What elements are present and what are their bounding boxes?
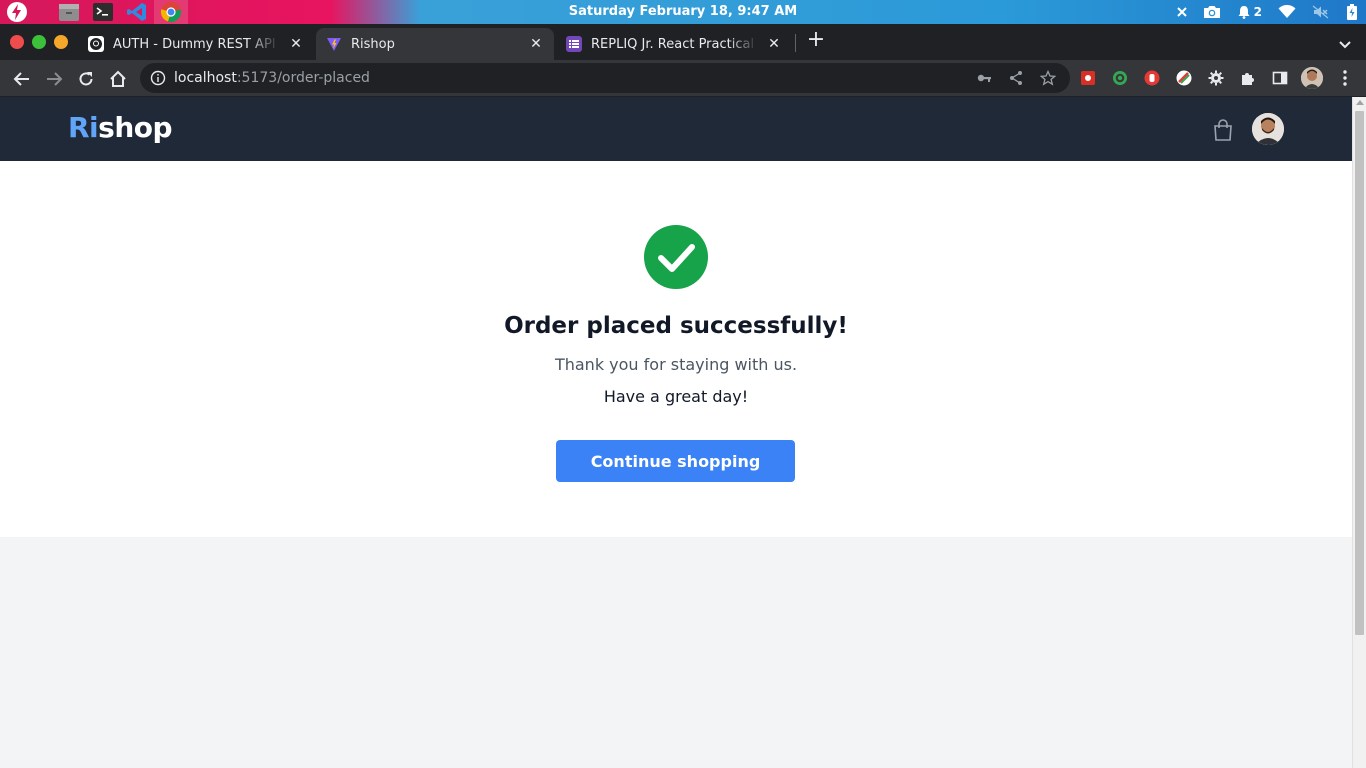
extension-red-icon[interactable] — [1079, 69, 1097, 87]
greeting-message: Have a great day! — [603, 387, 749, 406]
github-icon — [88, 36, 104, 52]
browser-menu-icon[interactable] — [1336, 69, 1354, 87]
brand-rest: shop — [98, 111, 173, 144]
key-icon[interactable] — [976, 70, 992, 86]
extension-green-circle-icon[interactable] — [1111, 69, 1129, 87]
confirmation-heading: Order placed successfully! — [504, 313, 848, 339]
site-info-icon[interactable] — [150, 70, 166, 90]
continue-shopping-button[interactable]: Continue shopping — [556, 440, 795, 482]
tab-separator — [795, 34, 796, 52]
tab-rishop[interactable]: Rishop ✕ — [316, 28, 554, 60]
browser-toolbar: localhost:5173/order-placed — [0, 60, 1366, 97]
browser-tabstrip: AUTH - Dummy REST API of JS ✕ Rishop ✕ R… — [0, 24, 1366, 60]
tab-search-chevron-down-icon[interactable] — [1338, 35, 1352, 54]
share-icon[interactable] — [1008, 70, 1024, 86]
os-top-bar: Saturday February 18, 9:47 AM 2 — [0, 0, 1366, 24]
battery-icon[interactable] — [1346, 4, 1358, 20]
system-tray: 2 — [1176, 0, 1358, 24]
url-path: :5173/order-placed — [236, 70, 370, 86]
back-icon[interactable] — [11, 68, 33, 90]
close-icon[interactable] — [1176, 7, 1187, 17]
bell-icon — [1238, 6, 1250, 19]
window-controls — [10, 35, 68, 49]
page-scrollbar[interactable] — [1352, 97, 1366, 768]
os-clock[interactable]: Saturday February 18, 9:47 AM — [0, 0, 1366, 24]
user-avatar[interactable] — [1252, 113, 1284, 145]
address-bar[interactable]: localhost:5173/order-placed — [140, 63, 1070, 93]
gear-icon[interactable] — [1207, 69, 1225, 87]
wifi-icon[interactable] — [1278, 5, 1296, 19]
tab-title: AUTH - Dummy REST API of JS — [113, 36, 280, 52]
brand-logo[interactable]: Rishop — [68, 111, 173, 144]
close-tab-icon[interactable]: ✕ — [288, 36, 304, 52]
brand-accent: Ri — [68, 111, 99, 144]
notification-count: 2 — [1253, 5, 1262, 19]
tab-repliq[interactable]: REPLIQ Jr. React Practical Cha ✕ — [556, 28, 792, 60]
side-panel-icon[interactable] — [1271, 69, 1289, 87]
page-viewport: Rishop Order placed successfully! Thank … — [0, 97, 1352, 768]
forward-icon[interactable] — [43, 68, 65, 90]
url-text[interactable]: localhost:5173/order-placed — [174, 63, 370, 93]
order-confirmation-panel: Order placed successfully! Thank you for… — [0, 161, 1352, 537]
scroll-up-arrow-icon[interactable] — [1356, 100, 1364, 105]
camera-icon[interactable] — [1203, 5, 1221, 19]
profile-avatar-icon[interactable] — [1301, 67, 1323, 89]
reload-icon[interactable] — [75, 68, 97, 90]
shopping-bag-icon[interactable] — [1212, 118, 1234, 142]
success-check-icon — [644, 225, 708, 289]
close-tab-icon[interactable]: ✕ — [528, 36, 544, 52]
minimize-window-button[interactable] — [54, 35, 68, 49]
new-tab-icon[interactable]: + — [806, 28, 826, 52]
close-window-button[interactable] — [10, 35, 24, 49]
extension-hand-icon[interactable] — [1143, 69, 1161, 87]
volume-muted-icon[interactable] — [1312, 5, 1330, 19]
site-navbar: Rishop — [0, 97, 1352, 161]
maximize-window-button[interactable] — [32, 35, 46, 49]
notifications-indicator[interactable]: 2 — [1237, 5, 1262, 19]
tab-title: REPLIQ Jr. React Practical Cha — [591, 36, 758, 52]
thank-you-message: Thank you for staying with us. — [554, 355, 798, 374]
tab-auth-api[interactable]: AUTH - Dummy REST API of JS ✕ — [78, 28, 314, 60]
tab-title: Rishop — [351, 36, 395, 52]
bookmark-star-icon[interactable] — [1039, 69, 1057, 86]
url-host: localhost — [174, 70, 237, 86]
extensions-puzzle-icon[interactable] — [1239, 69, 1257, 87]
home-icon[interactable] — [107, 68, 129, 90]
scroll-thumb[interactable] — [1355, 111, 1364, 635]
extension-color-icon[interactable] — [1175, 69, 1193, 87]
close-tab-icon[interactable]: ✕ — [766, 36, 782, 52]
vite-icon — [326, 36, 342, 52]
form-icon — [566, 36, 582, 52]
